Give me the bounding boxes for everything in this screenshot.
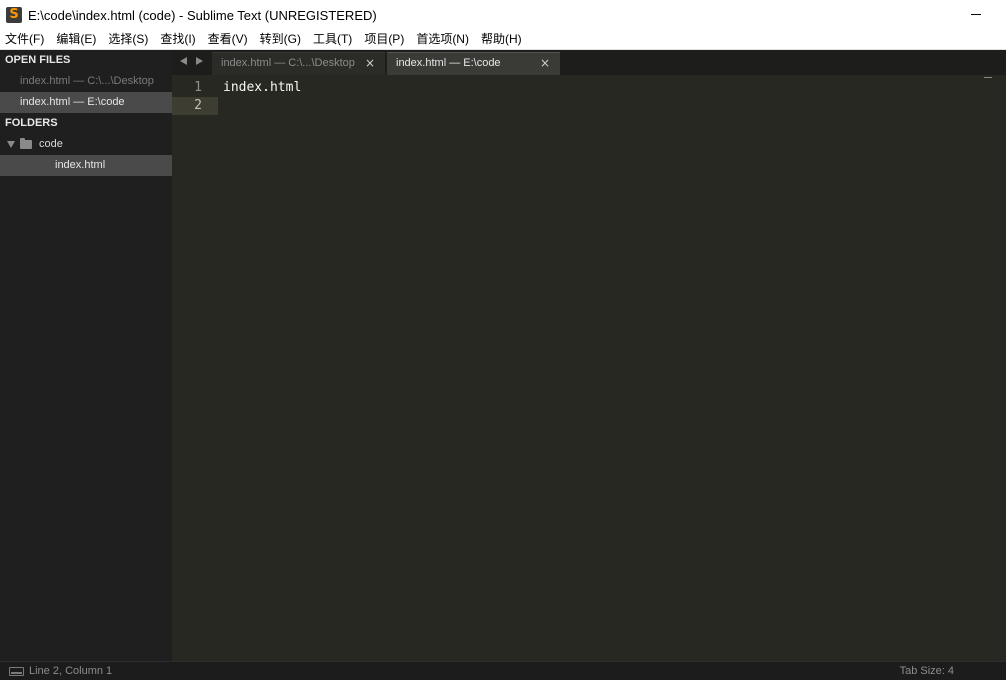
title-bar: S E:\code\index.html (code) - Sublime Te… — [0, 0, 1006, 30]
open-file-item[interactable]: index.html — C:\...\Desktop — [0, 71, 172, 92]
open-file-item-active[interactable]: index.html — E:\code — [0, 92, 172, 113]
menu-bar: 文件(F) 编辑(E) 选择(S) 查找(I) 查看(V) 转到(G) 工具(T… — [0, 30, 1006, 50]
folder-name: code — [39, 138, 63, 150]
tab-desktop-index[interactable]: index.html — C:\...\Desktop × — [212, 52, 385, 75]
folder-file-item[interactable]: index.html — [0, 155, 172, 176]
window-title: E:\code\index.html (code) - Sublime Text… — [28, 7, 377, 23]
minimap[interactable] — [984, 77, 992, 78]
tab-bar: index.html — C:\...\Desktop × index.html… — [172, 50, 1006, 75]
close-icon[interactable]: × — [365, 53, 375, 74]
menu-edit[interactable]: 编辑(E) — [51, 30, 103, 49]
console-icon[interactable] — [9, 667, 24, 676]
sublime-text-icon: S — [6, 7, 22, 23]
status-bar: Line 2, Column 1 Tab Size: 4 — [0, 661, 1006, 680]
folder-item-code[interactable]: code — [0, 134, 172, 155]
open-files-header: OPEN FILES — [5, 54, 71, 66]
tab-label: index.html — E:\code — [396, 57, 501, 69]
folders-header: FOLDERS — [5, 117, 58, 129]
menu-tools[interactable]: 工具(T) — [308, 30, 359, 49]
menu-view[interactable]: 查看(V) — [203, 30, 255, 49]
folder-open-icon — [20, 138, 32, 149]
cursor-position: Line 2, Column 1 — [29, 665, 113, 677]
line-number: 2 — [194, 98, 202, 113]
menu-file[interactable]: 文件(F) — [0, 30, 51, 49]
sidebar: OPEN FILES index.html — C:\...\Desktop i… — [0, 50, 172, 661]
line-number: 1 — [194, 80, 202, 95]
line-gutter: 1 2 — [172, 75, 218, 661]
menu-preferences[interactable]: 首选项(N) — [411, 30, 476, 49]
menu-help[interactable]: 帮助(H) — [476, 30, 529, 49]
disclosure-triangle-icon[interactable] — [7, 141, 15, 148]
minimize-icon[interactable] — [968, 6, 984, 22]
close-icon[interactable]: × — [540, 53, 550, 74]
code-line[interactable]: index.html — [223, 79, 301, 97]
tab-size-indicator[interactable]: Tab Size: 4 — [900, 664, 954, 679]
menu-find[interactable]: 查找(I) — [155, 30, 202, 49]
tab-next-icon[interactable] — [196, 57, 203, 65]
editor-area[interactable]: 1 2 index.html — [172, 75, 1006, 661]
menu-project[interactable]: 项目(P) — [359, 30, 411, 49]
menu-selection[interactable]: 选择(S) — [103, 30, 155, 49]
tab-code-index-active[interactable]: index.html — E:\code × — [387, 52, 560, 75]
menu-goto[interactable]: 转到(G) — [255, 30, 308, 49]
tab-prev-icon[interactable] — [180, 57, 187, 65]
tab-label: index.html — C:\...\Desktop — [221, 57, 355, 69]
